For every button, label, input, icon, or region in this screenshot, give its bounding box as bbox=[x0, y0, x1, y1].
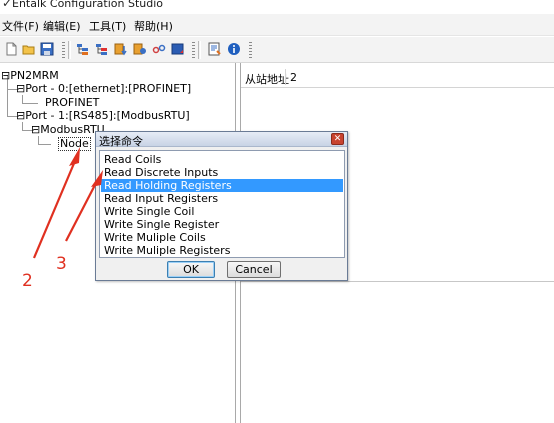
annotation-number-2: 2 bbox=[22, 271, 33, 291]
command-list[interactable]: Read Coils Read Discrete Inputs Read Hol… bbox=[99, 150, 345, 258]
toolbar-grip-2[interactable] bbox=[192, 42, 195, 58]
tree-profinet[interactable]: PROFINET bbox=[45, 97, 99, 109]
add-module-icon[interactable] bbox=[95, 42, 109, 56]
new-file-icon[interactable] bbox=[4, 42, 18, 56]
add-port-icon[interactable] bbox=[76, 42, 90, 56]
slave-address-label: 从站地址 bbox=[245, 73, 289, 86]
download-icon[interactable] bbox=[114, 42, 128, 56]
info-icon[interactable] bbox=[227, 42, 241, 56]
command-read-discrete-inputs[interactable]: Read Discrete Inputs bbox=[101, 166, 343, 179]
tree-node-item[interactable]: Node bbox=[58, 137, 91, 151]
toolbar-grip[interactable] bbox=[62, 42, 65, 58]
command-write-single-coil[interactable]: Write Single Coil bbox=[101, 205, 343, 218]
ok-button[interactable]: OK bbox=[167, 261, 215, 278]
tree-port1[interactable]: ⊟Port - 1:[RS485]:[ModbusRTU] bbox=[16, 110, 190, 122]
tree-connector bbox=[38, 144, 51, 145]
tree-connector bbox=[22, 103, 38, 104]
toolbar-grip-3[interactable] bbox=[249, 42, 252, 58]
slave-address-value[interactable]: 2 bbox=[285, 69, 369, 85]
window-title: Entalk Configuration Studio bbox=[12, 0, 164, 10]
app-logo-icon: ✓ bbox=[2, 0, 13, 10]
tree-connector bbox=[38, 136, 39, 144]
output-area bbox=[241, 281, 554, 423]
command-read-coils[interactable]: Read Coils bbox=[101, 153, 343, 166]
tree-port1-label: Port - 1:[RS485]:[ModbusRTU] bbox=[25, 109, 190, 122]
tree-connector bbox=[22, 122, 23, 130]
command-read-input-registers[interactable]: Read Input Registers bbox=[101, 192, 343, 205]
open-folder-icon[interactable] bbox=[22, 42, 36, 56]
menu-bar: 文件(F) 编辑(E) 工具(T) 帮助(H) bbox=[0, 14, 554, 36]
tree-modbusrtu[interactable]: ⊟ModbusRTU bbox=[31, 124, 105, 136]
cancel-button[interactable]: Cancel bbox=[227, 261, 281, 278]
link-icon[interactable] bbox=[152, 42, 166, 56]
menu-tools[interactable]: 工具(T) bbox=[89, 18, 126, 34]
upload-icon[interactable] bbox=[171, 42, 185, 56]
select-command-dialog: 选择命令 ✕ Read Coils Read Discrete Inputs R… bbox=[95, 131, 348, 281]
tree-connector bbox=[22, 95, 23, 103]
tree-port0[interactable]: ⊟Port - 0:[ethernet]:[PROFINET] bbox=[16, 83, 191, 95]
property-row: 从站地址 2 bbox=[241, 66, 554, 88]
command-write-multiple-registers[interactable]: Write Muliple Registers bbox=[101, 244, 343, 257]
save-icon[interactable] bbox=[40, 42, 54, 56]
dialog-title: 选择命令 bbox=[99, 135, 143, 148]
report-icon[interactable] bbox=[208, 42, 222, 56]
command-write-multiple-coils[interactable]: Write Muliple Coils bbox=[101, 231, 343, 244]
annotation-number-3: 3 bbox=[56, 254, 67, 274]
command-read-holding-registers[interactable]: Read Holding Registers bbox=[101, 179, 343, 192]
command-write-single-register[interactable]: Write Single Register bbox=[101, 218, 343, 231]
title-bar: ✓ Entalk Configuration Studio bbox=[0, 0, 554, 14]
dialog-title-bar[interactable]: 选择命令 ✕ bbox=[96, 132, 347, 148]
toolbar-separator bbox=[68, 41, 71, 59]
settings-icon[interactable] bbox=[133, 42, 147, 56]
tree-root-label: PN2MRM bbox=[10, 69, 59, 82]
toolbar-separator-2 bbox=[198, 41, 201, 59]
menu-edit[interactable]: 编辑(E) bbox=[43, 18, 81, 34]
tree-root[interactable]: ⊟PN2MRM bbox=[1, 70, 59, 82]
menu-file[interactable]: 文件(F) bbox=[2, 18, 39, 34]
menu-help[interactable]: 帮助(H) bbox=[134, 18, 173, 34]
close-icon[interactable]: ✕ bbox=[331, 133, 344, 145]
tree-port0-label: Port - 0:[ethernet]:[PROFINET] bbox=[25, 82, 192, 95]
toolbar bbox=[0, 37, 554, 63]
